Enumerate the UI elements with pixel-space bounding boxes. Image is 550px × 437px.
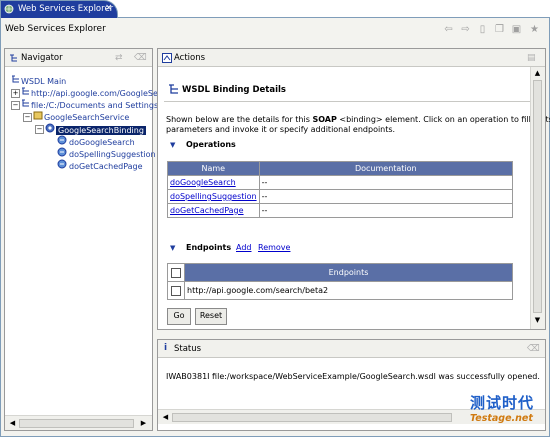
- table-row: doGetCachedPage --: [167, 203, 514, 218]
- remove-endpoint-link[interactable]: Remove: [258, 243, 290, 252]
- table-header-row: Name Documentation: [167, 161, 514, 176]
- actions-panel: Actions ▤ WSDL Binding Details Shown bel…: [157, 48, 550, 330]
- operation-link[interactable]: doGoogleSearch: [170, 178, 236, 187]
- clear-icon[interactable]: ⌫: [134, 53, 147, 63]
- endpoints-table: Endpoints http://api.google.com/search/b…: [167, 263, 513, 300]
- row-checkbox[interactable]: [171, 285, 181, 296]
- page-icon[interactable]: ▯: [477, 24, 488, 35]
- sync-icon[interactable]: ⇄: [115, 53, 123, 63]
- page-title: Web Services Explorer: [5, 24, 106, 34]
- column-header-endpoints: Endpoints: [184, 263, 513, 282]
- wsdl-icon: [21, 87, 31, 99]
- scrollbar-thumb[interactable]: [19, 419, 134, 428]
- collapse-triangle-icon[interactable]: ▼: [170, 244, 175, 252]
- endpoints-label: Endpoints: [186, 243, 232, 252]
- binding-details-heading: WSDL Binding Details: [182, 85, 286, 95]
- column-header-documentation: Documentation: [258, 161, 514, 176]
- editor-tab-label: Web Services Explorer: [18, 4, 114, 14]
- star-icon[interactable]: ★: [529, 24, 540, 35]
- documentation-cell: --: [258, 175, 514, 190]
- scroll-left-icon[interactable]: ◀: [8, 419, 17, 428]
- navigator-panel: Navigator ⇄ ⌫ WSDL Main + http://api.goo…: [4, 48, 158, 431]
- wsdl-icon: [11, 75, 21, 87]
- table-row: doSpellingSuggestion --: [167, 189, 514, 204]
- back-icon[interactable]: ⇦: [443, 24, 454, 35]
- table-header-row: Endpoints: [167, 263, 513, 282]
- tree-item-service[interactable]: GoogleSearchService: [33, 111, 129, 122]
- wsdl-icon: [21, 99, 31, 111]
- table-row: http://api.google.com/search/beta2: [167, 281, 513, 300]
- scrollbar-thumb[interactable]: [533, 80, 542, 313]
- actions-title: Actions: [174, 53, 206, 63]
- scroll-right-icon[interactable]: ▶: [139, 419, 148, 428]
- actions-title-bar: Actions ▤: [158, 49, 545, 67]
- endpoint-url: http://api.google.com/search/beta2: [184, 281, 513, 300]
- watermark-logo: 测试时代 Testage.net: [456, 392, 546, 432]
- go-button[interactable]: Go: [167, 308, 191, 325]
- add-endpoint-link[interactable]: Add: [236, 243, 252, 252]
- forward-icon[interactable]: ⇨: [460, 24, 471, 35]
- collapse-icon[interactable]: −: [11, 101, 20, 110]
- collapse-icon[interactable]: −: [23, 113, 32, 122]
- actions-icon: [162, 53, 172, 63]
- status-title-bar: i Status ⌫: [158, 340, 545, 358]
- tree-item-wsdl-main[interactable]: WSDL Main: [11, 75, 66, 86]
- reset-button[interactable]: Reset: [195, 308, 227, 325]
- operation-link[interactable]: doGetCachedPage: [170, 206, 244, 215]
- collapse-icon[interactable]: −: [35, 125, 44, 134]
- tree-item-operation[interactable]: doSpellingSuggestion: [57, 147, 156, 159]
- select-all-checkbox[interactable]: [171, 267, 181, 278]
- operation-link[interactable]: doSpellingSuggestion: [170, 192, 257, 201]
- close-icon[interactable]: ×: [105, 3, 113, 13]
- select-all-checkbox-cell: [167, 263, 185, 282]
- collapse-triangle-icon[interactable]: ▼: [170, 141, 175, 149]
- wsdl-binding-icon: [168, 83, 180, 95]
- expand-icon[interactable]: +: [11, 89, 20, 98]
- documentation-cell: --: [258, 189, 514, 204]
- tree-item-binding[interactable]: GoogleSearchBinding: [45, 123, 146, 136]
- tree-item-file-wsdl[interactable]: file:/C:/Documents and Settings: [21, 99, 158, 110]
- binding-description: Shown below are the details for this SOA…: [166, 115, 550, 134]
- table-row: doGoogleSearch --: [167, 175, 514, 190]
- tree-item-api-google[interactable]: http://api.google.com/GoogleSe: [21, 87, 158, 98]
- favorites-icon[interactable]: ▣: [511, 24, 522, 35]
- status-message: IWAB0381I file:/workspace/WebServiceExam…: [166, 372, 540, 381]
- tree-item-operation[interactable]: doGoogleSearch: [57, 135, 135, 147]
- operation-icon: [57, 159, 69, 172]
- web-services-globe-icon: [4, 4, 14, 14]
- navigator-title-bar: Navigator ⇄ ⌫: [5, 49, 152, 67]
- copy-icon[interactable]: ❐: [494, 24, 505, 35]
- status-title: Status: [174, 344, 202, 354]
- documentation-cell: --: [258, 203, 514, 218]
- tree-item-operation[interactable]: doGetCachedPage: [57, 159, 143, 172]
- watermark-text: 测试时代: [470, 394, 535, 412]
- service-icon: [33, 111, 44, 123]
- row-checkbox-cell: [167, 281, 185, 300]
- operations-table: Name Documentation doGoogleSearch -- doS…: [167, 161, 514, 218]
- clear-icon[interactable]: ⌫: [527, 344, 540, 354]
- scroll-left-icon[interactable]: ◀: [161, 413, 170, 422]
- editor-tab-web-services-explorer[interactable]: Web Services Explorer ×: [0, 0, 118, 18]
- heading-divider: [164, 101, 532, 102]
- watermark-subtext: Testage.net: [470, 413, 533, 424]
- actions-vertical-scrollbar[interactable]: ▲ ▼: [530, 67, 545, 329]
- scroll-up-icon[interactable]: ▲: [533, 69, 542, 78]
- binding-icon: [45, 123, 56, 136]
- maximize-icon[interactable]: ▤: [527, 53, 536, 63]
- column-header-name: Name: [167, 161, 260, 176]
- info-icon: i: [164, 343, 168, 353]
- navigator-icon: [9, 53, 19, 63]
- operations-label: Operations: [186, 140, 236, 149]
- navigator-horizontal-scrollbar[interactable]: ◀ ▶: [5, 415, 152, 430]
- navigator-title: Navigator: [21, 53, 63, 63]
- scroll-down-icon[interactable]: ▼: [533, 316, 542, 325]
- scrollbar-thumb[interactable]: [172, 413, 452, 422]
